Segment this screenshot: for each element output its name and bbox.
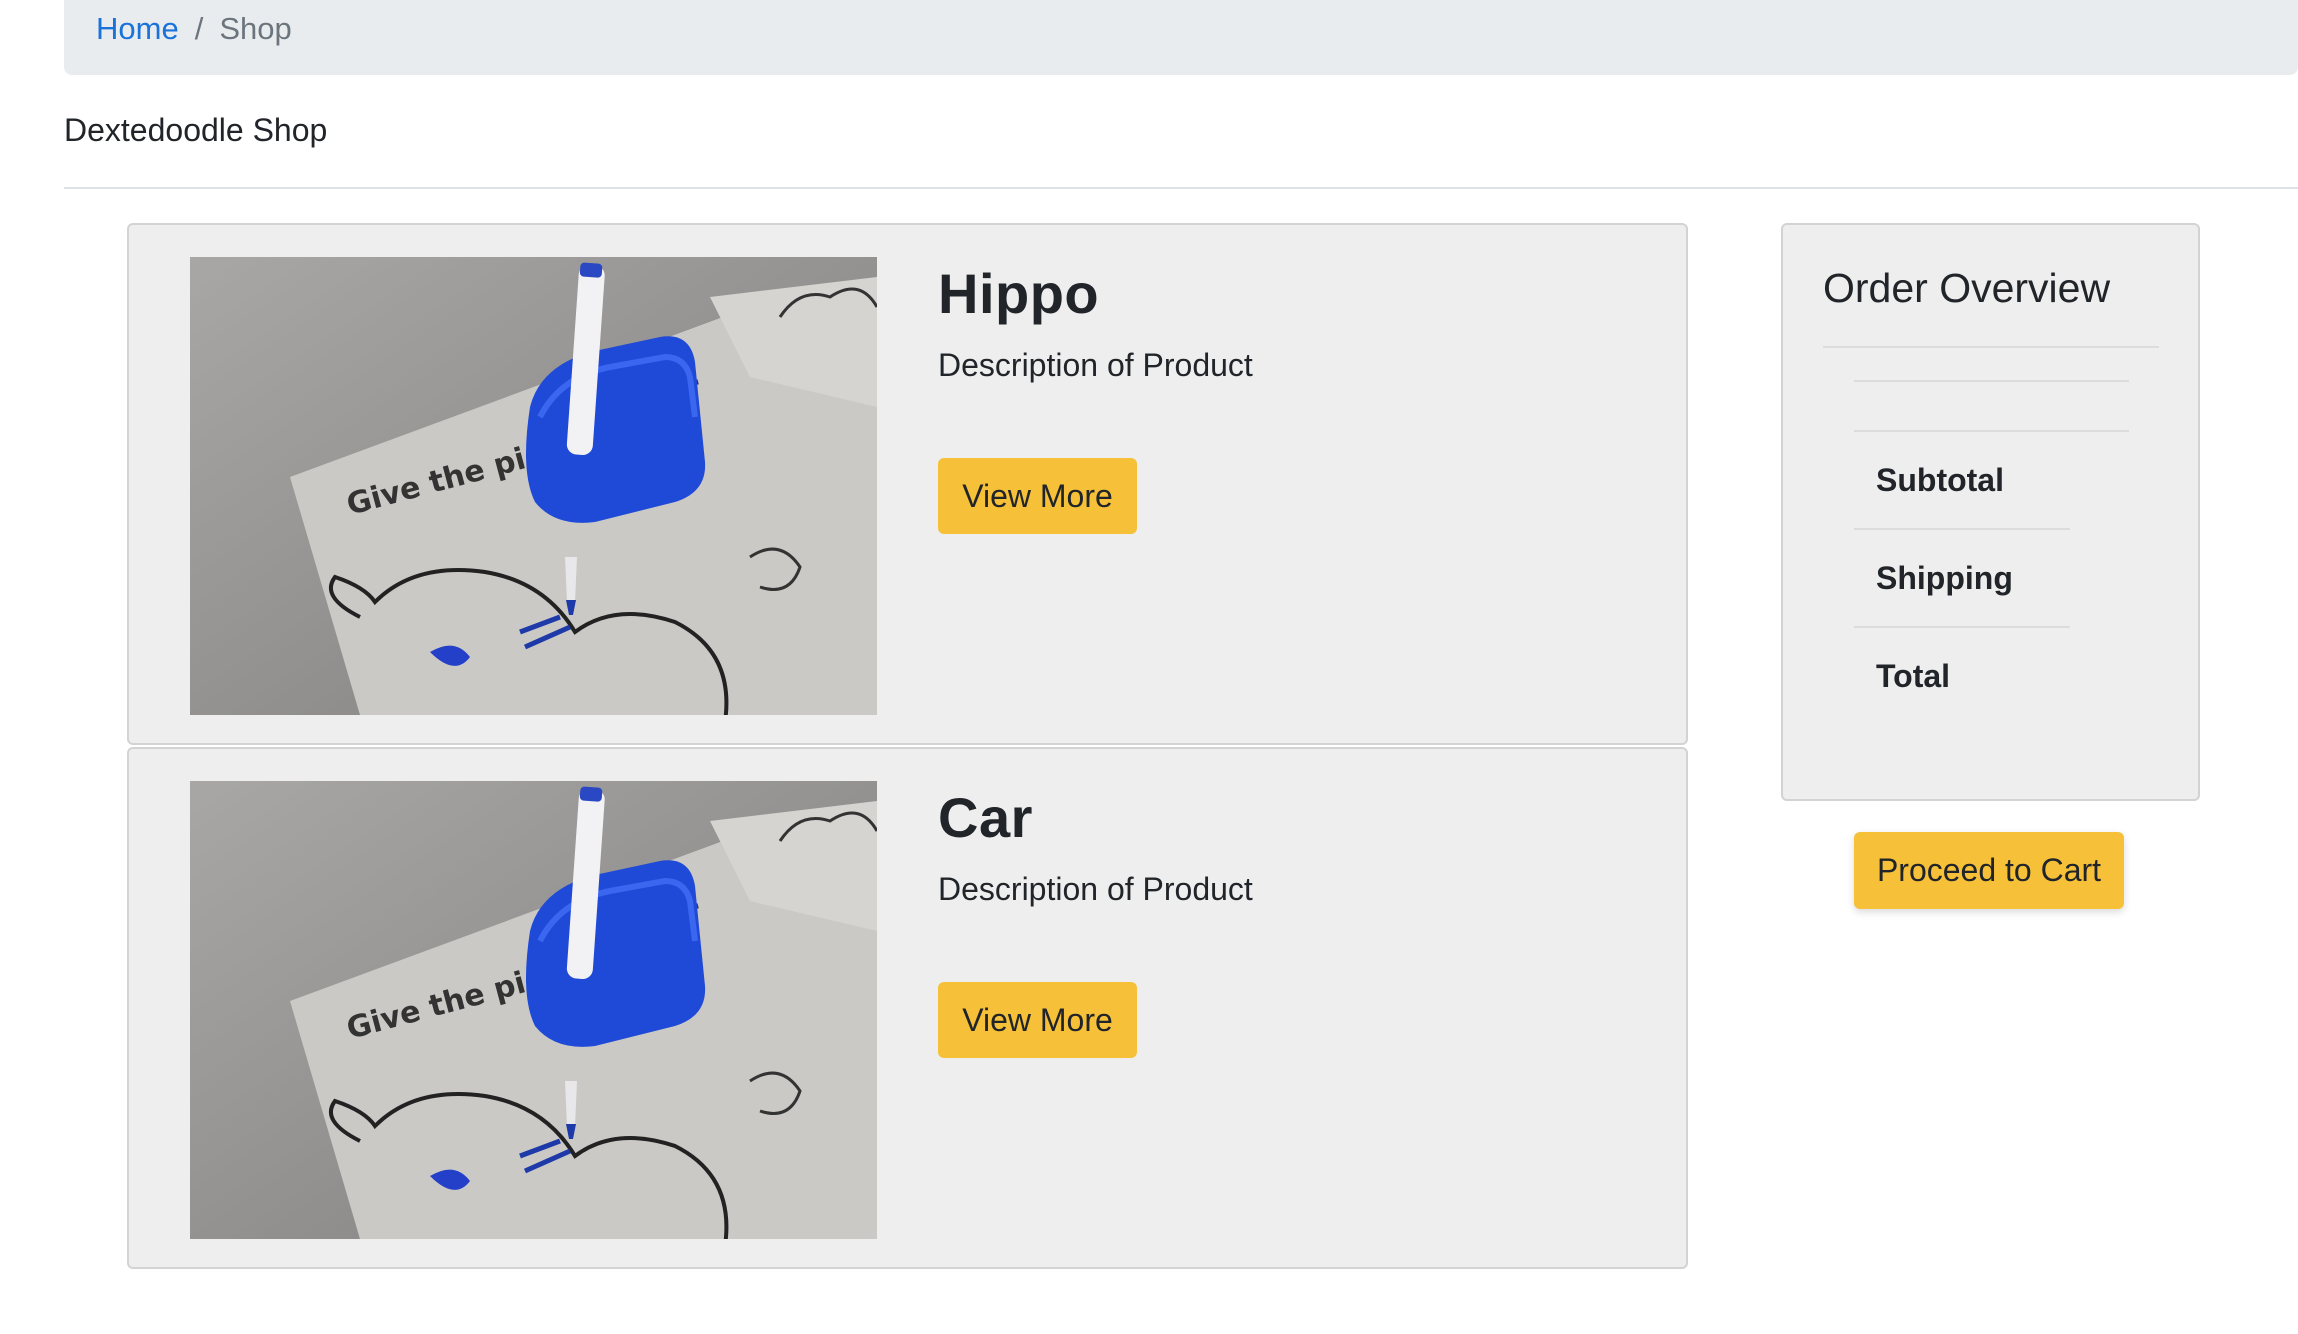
order-overview-panel: Order Overview Subtotal Shipping Total	[1781, 223, 2200, 801]
product-description: Description of Product	[938, 871, 1253, 907]
breadcrumb-current: Shop	[219, 10, 292, 46]
product-name: Car	[938, 786, 1033, 849]
order-divider	[1854, 528, 2070, 530]
order-overview-title: Order Overview	[1823, 265, 2111, 311]
breadcrumb-separator: /	[194, 10, 204, 46]
product-name: Hippo	[938, 262, 1100, 325]
page-title: Dextedoodle Shop	[64, 112, 328, 148]
order-divider	[1854, 626, 2070, 628]
product-image: Give the pigg e!	[190, 781, 877, 1239]
order-divider	[1854, 430, 2129, 432]
product-image: Give the pigg e!	[190, 257, 877, 715]
breadcrumb-home-link[interactable]: Home	[96, 11, 179, 47]
view-more-button[interactable]: View More	[938, 458, 1137, 534]
breadcrumb: Home / Shop	[64, 0, 2298, 75]
order-subtotal-label: Subtotal	[1876, 462, 2004, 498]
view-more-button[interactable]: View More	[938, 982, 1137, 1058]
proceed-to-cart-button[interactable]: Proceed to Cart	[1854, 832, 2124, 909]
order-divider	[1854, 380, 2129, 382]
header-divider	[64, 187, 2298, 189]
product-card: Give the pigg e! Car Description of Prod…	[127, 747, 1688, 1269]
product-card: Give the pigg e! Hippo Description of Pr…	[127, 223, 1688, 745]
product-description: Description of Product	[938, 347, 1253, 383]
order-divider	[1823, 346, 2159, 348]
order-shipping-label: Shipping	[1876, 560, 2013, 596]
order-total-label: Total	[1876, 658, 1951, 694]
